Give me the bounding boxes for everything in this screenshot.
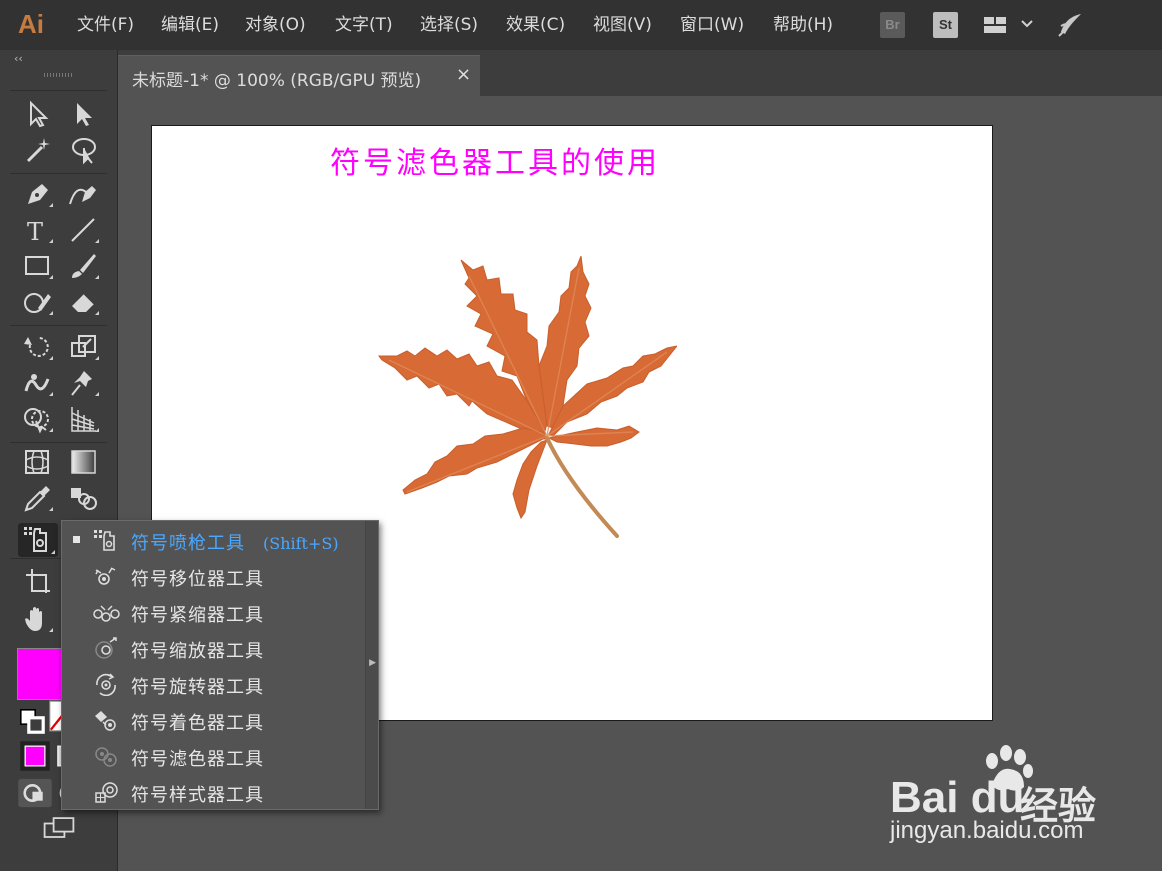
- symbol-styler-icon: [95, 782, 118, 803]
- artboard-tool-icon[interactable]: [20, 565, 56, 597]
- flyout-item-symbol-screener[interactable]: 符号滤色器工具: [62, 739, 362, 773]
- flyout-item-symbol-spinner[interactable]: 符号旋转器工具: [62, 667, 362, 701]
- lasso-tool-icon[interactable]: [66, 134, 102, 166]
- divider: [10, 173, 107, 174]
- symbol-spinner-icon: [96, 673, 116, 696]
- symbol-scruncher-icon: [93, 605, 120, 622]
- document-tab-strip: 未标题-1* @ 100% (RGB/GPU 预览) ×: [118, 50, 1162, 97]
- symbol-tools-flyout: 符号喷枪工具 (Shift+S) 符号移位器工具 符号紧缩器工具 符号缩放器工具 …: [61, 520, 379, 810]
- warp-tool-icon[interactable]: [20, 367, 56, 399]
- stock-icon[interactable]: St: [933, 12, 958, 38]
- menu-help[interactable]: 帮助(H): [773, 14, 833, 36]
- flyout-item-shortcut: (Shift+S): [263, 534, 339, 553]
- panel-grip[interactable]: [44, 73, 74, 77]
- close-icon[interactable]: ×: [456, 64, 471, 85]
- menu-edit[interactable]: 编辑(E): [161, 14, 219, 36]
- artboard-title-text[interactable]: 符号滤色器工具的使用: [330, 138, 660, 182]
- watermark-url: jingyan.baidu.com: [890, 817, 1084, 844]
- gradient-mode-button[interactable]: [46, 740, 75, 767]
- menu-select[interactable]: 选择(S): [420, 14, 478, 36]
- publish-rocket-icon[interactable]: [1055, 12, 1087, 38]
- menu-effect[interactable]: 效果(C): [506, 14, 565, 36]
- flyout-item-label: 符号样式器工具: [131, 785, 264, 806]
- fill-mode-button[interactable]: [17, 740, 50, 771]
- symbol-sizer-icon: [95, 637, 117, 659]
- eyedropper-tool-icon[interactable]: [20, 482, 56, 514]
- bridge-icon[interactable]: Br: [880, 12, 905, 38]
- flyout-item-label: 符号滤色器工具: [131, 749, 264, 770]
- flyout-item-symbol-scruncher[interactable]: 符号紧缩器工具: [62, 595, 362, 629]
- baidu-jingyan-watermark: Bai du 经验 jingyan.baidu.com: [890, 745, 1150, 845]
- menu-bar: Ai 文件(F) 编辑(E) 对象(O) 文字(T) 选择(S) 效果(C) 视…: [0, 0, 1162, 50]
- direct-selection-tool-icon[interactable]: [66, 98, 102, 130]
- svg-text:T: T: [27, 218, 43, 246]
- divider: [10, 442, 107, 443]
- workspace-switcher-icon[interactable]: [982, 12, 1038, 38]
- flyout-item-label: 符号移位器工具: [131, 569, 264, 590]
- flyout-item-symbol-styler[interactable]: 符号样式器工具: [62, 775, 362, 809]
- flyout-item-symbol-stainer[interactable]: 符号着色器工具: [62, 703, 362, 737]
- rotate-tool-icon[interactable]: [20, 331, 56, 363]
- flyout-item-label: 符号旋转器工具: [131, 677, 264, 698]
- mesh-tool-icon[interactable]: [20, 446, 56, 478]
- fill-color-swatch[interactable]: [17, 648, 63, 700]
- magic-wand-tool-icon[interactable]: [20, 134, 56, 166]
- flyout-item-symbol-sprayer[interactable]: 符号喷枪工具 (Shift+S): [62, 523, 362, 557]
- blend-tool-icon[interactable]: [66, 482, 102, 514]
- scale-tool-icon[interactable]: [66, 331, 102, 363]
- menu-view[interactable]: 视图(V): [593, 14, 652, 36]
- paintbrush-tool-icon[interactable]: [66, 250, 102, 282]
- watermark-brand: Bai du: [890, 773, 1025, 822]
- divider: [10, 90, 107, 91]
- gradient-tool-icon[interactable]: [66, 446, 102, 478]
- document-tab-title: 未标题-1* @ 100% (RGB/GPU 预览): [132, 71, 422, 91]
- curvature-tool-icon[interactable]: [66, 178, 102, 210]
- rectangle-tool-icon[interactable]: [20, 250, 56, 282]
- flyout-item-symbol-sizer[interactable]: 符号缩放器工具: [62, 631, 362, 665]
- type-tool-icon[interactable]: T: [20, 214, 56, 246]
- shaper-tool-icon[interactable]: [20, 286, 56, 318]
- document-tab[interactable]: 未标题-1* @ 100% (RGB/GPU 预览) ×: [118, 55, 480, 97]
- menu-file[interactable]: 文件(F): [77, 14, 134, 36]
- divider: [10, 325, 107, 326]
- eraser-tool-icon[interactable]: [66, 286, 102, 318]
- screen-mode-icon[interactable]: [41, 812, 81, 842]
- puppet-warp-tool-icon[interactable]: [66, 367, 102, 399]
- perspective-grid-tool-icon[interactable]: [66, 403, 102, 435]
- symbol-screener-icon: [95, 747, 117, 767]
- flyout-item-symbol-shifter[interactable]: 符号移位器工具: [62, 559, 362, 593]
- flyout-item-label: 符号喷枪工具: [131, 533, 245, 554]
- flyout-item-label: 符号缩放器工具: [131, 641, 264, 662]
- flyout-tearoff-strip[interactable]: ▶: [365, 521, 378, 809]
- app-logo: Ai: [18, 9, 44, 39]
- flyout-item-label: 符号紧缩器工具: [131, 605, 264, 626]
- draw-normal-icon[interactable]: [17, 777, 52, 808]
- collapse-panel-icon[interactable]: ‹‹: [14, 52, 23, 65]
- line-segment-tool-icon[interactable]: [66, 214, 102, 246]
- symbol-sprayer-icon: [94, 530, 115, 551]
- hand-tool-icon[interactable]: [20, 603, 56, 635]
- menu-window[interactable]: 窗口(W): [680, 14, 744, 36]
- tearoff-arrow-icon[interactable]: ▶: [369, 658, 376, 668]
- stroke-none-swatch[interactable]: [42, 700, 71, 732]
- menu-object[interactable]: 对象(O): [245, 14, 306, 36]
- selected-bullet-icon: [73, 536, 80, 543]
- flyout-item-label: 符号着色器工具: [131, 713, 264, 734]
- symbol-shifter-icon: [95, 567, 116, 585]
- selection-tool-icon[interactable]: [20, 98, 56, 130]
- shape-builder-tool-icon[interactable]: [20, 403, 56, 435]
- menu-type[interactable]: 文字(T): [335, 14, 393, 36]
- maple-leaf-artwork[interactable]: [377, 256, 677, 541]
- symbol-sprayer-tool-icon[interactable]: [18, 523, 58, 557]
- draw-behind-icon[interactable]: [47, 777, 79, 803]
- default-colors-icon[interactable]: [14, 705, 45, 734]
- symbol-stainer-icon: [95, 711, 116, 731]
- pen-tool-icon[interactable]: [20, 178, 56, 210]
